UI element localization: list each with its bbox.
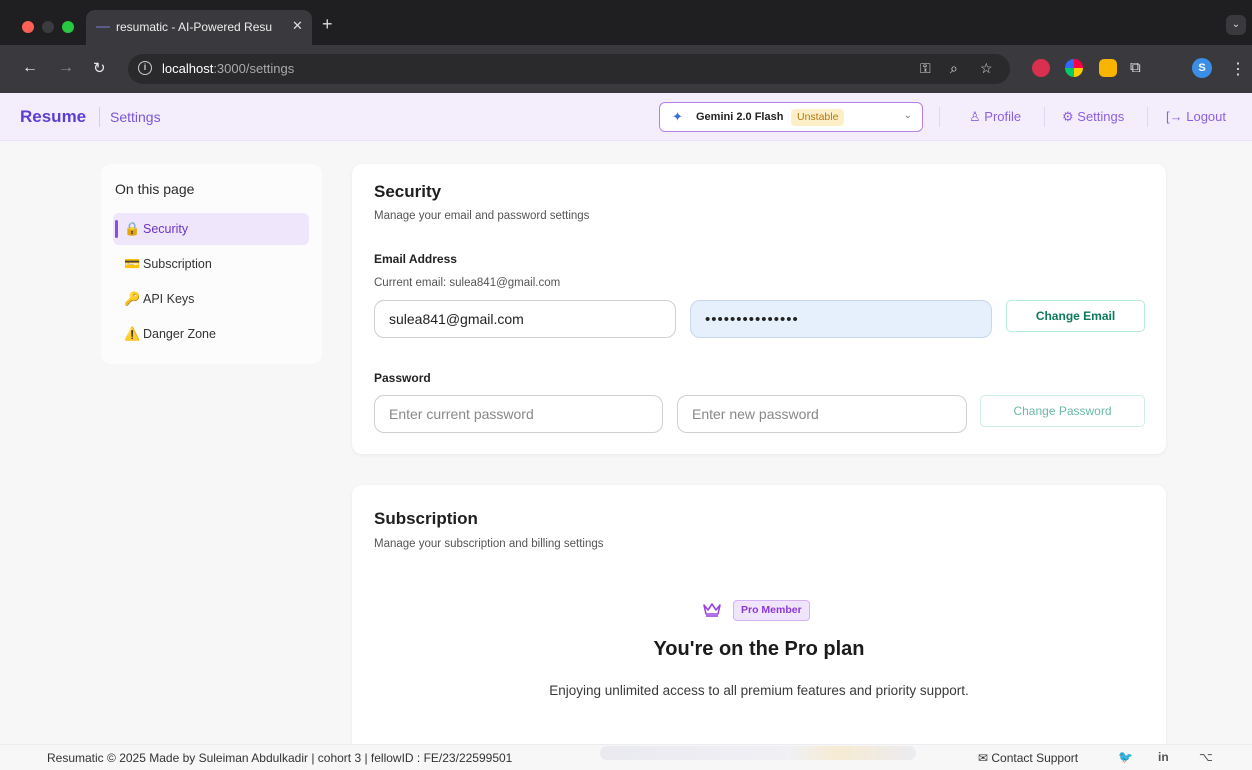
close-window-button[interactable] [22, 21, 34, 33]
github-icon[interactable]: ⌥ [1199, 750, 1213, 764]
toc-item-label: API Keys [143, 292, 195, 306]
profile-avatar[interactable]: S [1192, 58, 1212, 78]
minimize-window-button[interactable] [42, 21, 54, 33]
plan-title: You're on the Pro plan [653, 638, 865, 660]
divider [99, 107, 100, 127]
on-this-page-nav: On this page 🔒 Security 💳 Subscription 🔑… [101, 164, 322, 364]
section-description: Manage your email and password settings [374, 210, 590, 222]
back-icon[interactable]: ← [22, 59, 38, 77]
user-icon: ♙ [969, 109, 985, 124]
crown-icon [703, 603, 721, 617]
toc-item-label: Danger Zone [143, 327, 216, 341]
new-tab-button[interactable]: + [322, 14, 333, 35]
sparkle-icon: ✦ [672, 109, 683, 124]
divider [939, 107, 940, 127]
reload-icon[interactable]: ↻ [93, 59, 106, 77]
divider [1147, 107, 1148, 127]
warning-icon: ⚠️ [124, 326, 141, 341]
current-password-field[interactable] [374, 395, 663, 433]
mail-icon: ✉ [978, 751, 992, 765]
toc-item-label: Security [143, 222, 189, 236]
bookmark-star-icon[interactable]: ☆ [980, 60, 993, 77]
breadcrumb: Settings [110, 109, 161, 125]
address-bar[interactable]: i localhost:3000/settings ⚿ ⌕ ☆ [128, 54, 1010, 84]
model-selector[interactable]: ✦ Gemini 2.0 Flash Unstable ⌄ [659, 102, 923, 132]
forward-icon[interactable]: → [58, 59, 74, 77]
logout-link[interactable]: [→ Logout [1166, 109, 1226, 124]
blurred-content [600, 746, 916, 760]
maximize-window-button[interactable] [62, 21, 74, 33]
site-info-icon[interactable]: i [138, 61, 152, 75]
zoom-icon[interactable]: ⌕ [950, 60, 958, 77]
browser-toolbar: ← → ↻ i localhost:3000/settings ⚿ ⌕ ☆ ⧉ … [0, 45, 1252, 93]
chevron-down-icon: ⌄ [903, 110, 912, 121]
email-field[interactable] [374, 300, 676, 338]
subscription-card: Subscription Manage your subscription an… [352, 485, 1166, 745]
browser-menu-icon[interactable]: ⋮ [1230, 59, 1246, 79]
security-card: Security Manage your email and password … [352, 164, 1166, 454]
extensions-puzzle-icon[interactable]: ⧉ [1130, 59, 1141, 76]
url-text: localhost:3000/settings [162, 61, 295, 76]
toc-item-security[interactable]: 🔒 Security [113, 213, 309, 245]
tab-search-button[interactable]: ⌄ [1226, 15, 1246, 35]
browser-tab[interactable]: resumatic - AI-Powered Resu ✕ [86, 10, 312, 45]
color-extension-icon[interactable] [1065, 59, 1083, 77]
divider [1044, 107, 1045, 127]
toc-item-label: Subscription [143, 257, 212, 271]
toc-item-subscription[interactable]: 💳 Subscription [113, 248, 309, 280]
change-email-button[interactable]: Change Email [1006, 300, 1145, 332]
brand-logo[interactable]: Resume [20, 107, 86, 127]
email-label: Email Address [374, 252, 457, 266]
plan-description: Enjoying unlimited access to all premium… [549, 683, 969, 698]
key-icon[interactable]: ⚿ [920, 60, 931, 77]
new-password-field[interactable] [677, 395, 967, 433]
note-extension-icon[interactable] [1099, 59, 1117, 77]
section-description: Manage your subscription and billing set… [374, 538, 604, 550]
logout-icon: [→ [1166, 109, 1187, 124]
toc-item-danger-zone[interactable]: ⚠️ Danger Zone [113, 318, 309, 350]
tab-favicon-icon [96, 26, 110, 28]
app-header: Resume Settings ✦ Gemini 2.0 Flash Unsta… [0, 93, 1252, 141]
email-password-field[interactable] [690, 300, 992, 338]
footer-credits: Resumatic © 2025 Made by Suleiman Abdulk… [47, 751, 513, 765]
toc-item-api-keys[interactable]: 🔑 API Keys [113, 283, 309, 315]
profile-link[interactable]: ♙ Profile [969, 109, 1021, 125]
credit-card-icon: 💳 [124, 256, 141, 271]
section-title: Security [374, 182, 442, 201]
model-status-badge: Unstable [791, 109, 845, 126]
tab-title: resumatic - AI-Powered Resu [116, 20, 273, 34]
settings-link[interactable]: ⚙ Settings [1062, 109, 1124, 125]
shield-extension-icon[interactable] [1032, 59, 1050, 77]
key-icon: 🔑 [124, 291, 141, 306]
twitter-icon[interactable]: 🐦 [1118, 750, 1133, 764]
close-tab-icon[interactable]: ✕ [292, 18, 303, 34]
section-title: Subscription [374, 509, 478, 528]
current-email-text: Current email: sulea841@gmail.com [374, 277, 561, 289]
model-name: Gemini 2.0 Flash [696, 111, 784, 123]
linkedin-icon[interactable]: in [1158, 750, 1169, 764]
toc-title: On this page [115, 181, 195, 197]
password-label: Password [374, 371, 431, 385]
gear-icon: ⚙ [1062, 109, 1078, 124]
change-password-button[interactable]: Change Password [980, 395, 1145, 427]
lock-icon: 🔒 [124, 221, 141, 236]
pro-member-badge: Pro Member [733, 600, 810, 621]
browser-tab-bar: resumatic - AI-Powered Resu ✕ + ⌄ [0, 0, 1252, 45]
contact-support-link[interactable]: ✉ Contact Support [978, 751, 1078, 765]
